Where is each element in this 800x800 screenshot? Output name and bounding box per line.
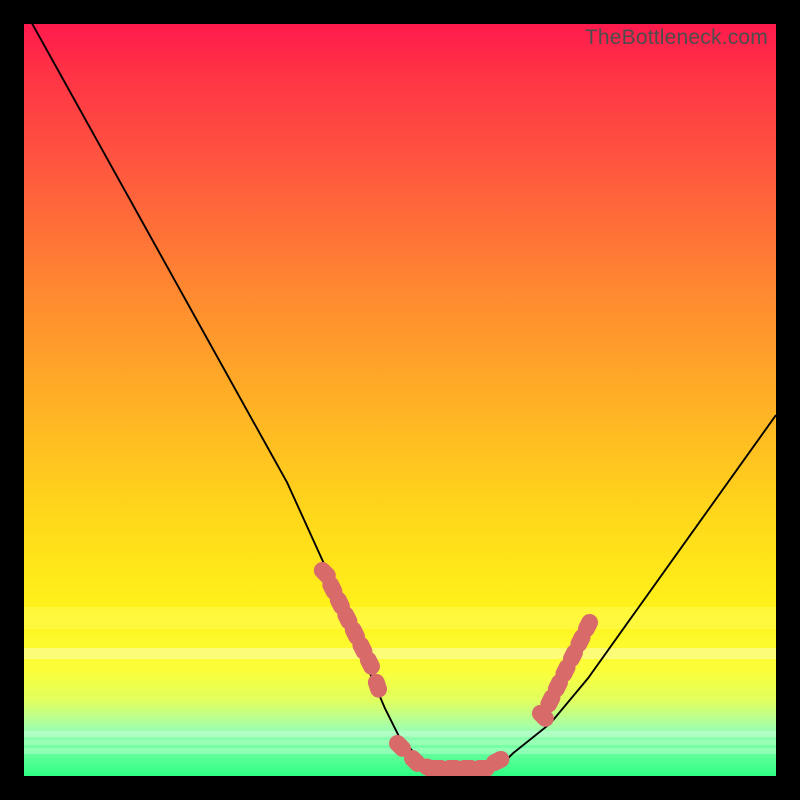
plot-area: TheBottleneck.com: [24, 24, 776, 776]
marker-group: [310, 558, 601, 776]
bottleneck-curve: [24, 24, 776, 768]
chart-svg: [24, 24, 776, 776]
watermark-text: TheBottleneck.com: [585, 26, 768, 50]
outer-frame: TheBottleneck.com: [0, 0, 800, 800]
data-marker: [366, 672, 390, 700]
